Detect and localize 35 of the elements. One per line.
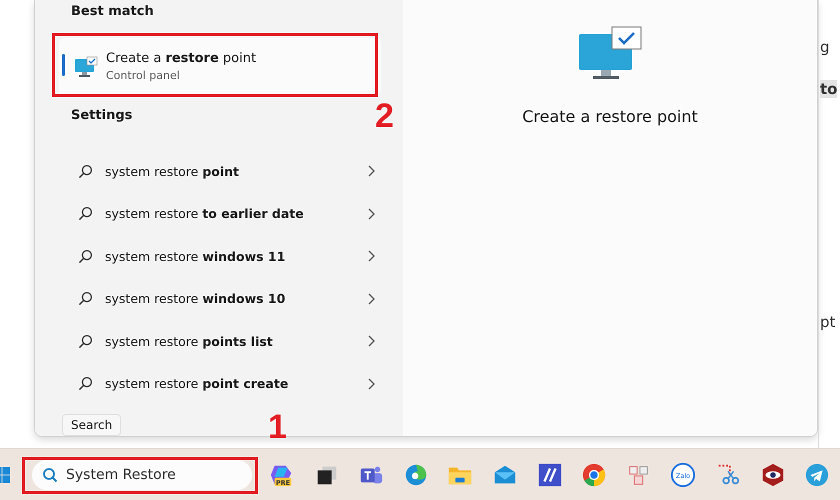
search-icon [78, 164, 93, 179]
monitor-icon [578, 26, 642, 82]
search-icon [78, 334, 93, 349]
chrome-icon[interactable] [581, 462, 608, 488]
search-suggestion[interactable]: system restore windows 11 [53, 235, 385, 278]
telegram-icon[interactable] [804, 462, 830, 488]
chevron-icon [367, 165, 375, 178]
step-number: 1 [268, 410, 287, 444]
search-icon [78, 291, 93, 306]
search-icon [78, 376, 93, 392]
search-suggestion[interactable]: system restore point [53, 150, 385, 192]
chevron-icon [367, 250, 375, 262]
search-suggestion[interactable]: system restore point create [53, 362, 385, 405]
best-match-item[interactable]: Create a restore point Control panel [59, 38, 381, 95]
chevron-icon [367, 208, 375, 220]
search-icon [78, 248, 93, 264]
section-heading: Settings [70, 107, 134, 125]
search-field[interactable]: System Restore [32, 460, 252, 490]
background-text: pt [820, 313, 836, 331]
chevron-icon [367, 335, 375, 348]
preview-title: Create a restore point [522, 107, 698, 126]
search-icon [42, 467, 58, 483]
search-suggestion[interactable]: system restore points list [53, 320, 385, 362]
search-suggestion[interactable]: system restore windows 10 [53, 278, 385, 320]
chevron-icon [367, 292, 375, 305]
search-icon [78, 206, 93, 222]
tooltip: Search [62, 414, 122, 436]
app-icon[interactable] [536, 462, 563, 488]
monitor-icon [74, 56, 98, 78]
background-text: to [820, 80, 838, 98]
background-text: g [820, 38, 830, 56]
step-number: 2 [375, 99, 394, 133]
section-heading: Best match [70, 3, 155, 21]
chevron-icon [367, 378, 375, 390]
search-suggestion[interactable]: system restore to earlier date [53, 192, 385, 235]
